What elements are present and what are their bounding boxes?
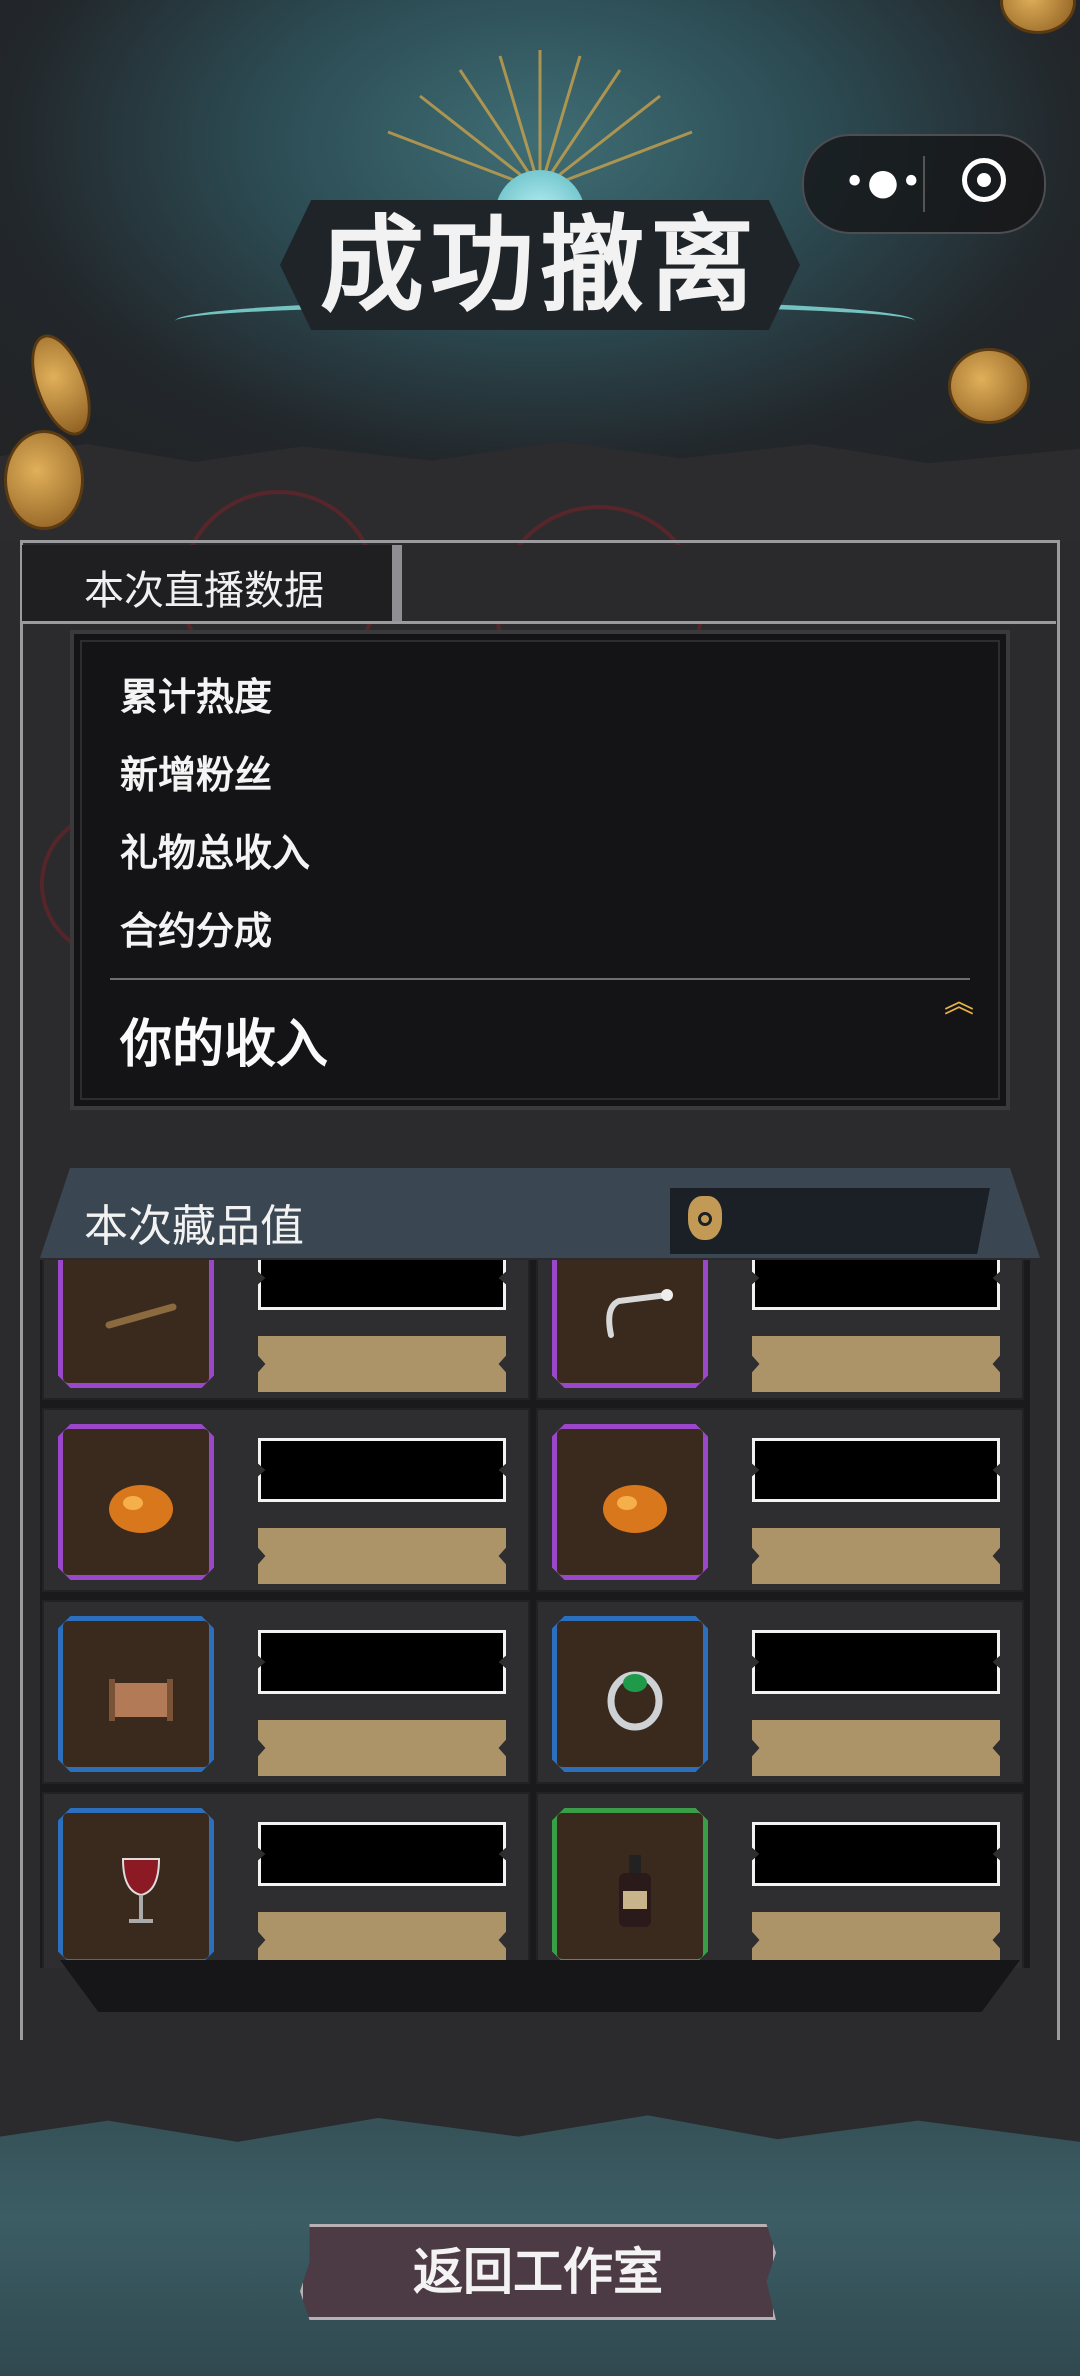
- collection-item[interactable]: [536, 1792, 1024, 1968]
- target-icon[interactable]: [962, 158, 1006, 202]
- item-rarity-frame: [552, 1424, 708, 1580]
- your-income-label: 你的收入: [120, 1014, 329, 1075]
- collection-grid: [40, 1260, 1030, 1968]
- collection-item[interactable]: [536, 1600, 1024, 1784]
- collection-item[interactable]: [42, 1792, 530, 1968]
- item-rarity-frame: [58, 1616, 214, 1772]
- stats-divider: [110, 978, 970, 980]
- item-name-bar: [752, 1630, 1000, 1694]
- flute-icon: [105, 1303, 177, 1329]
- item-name-bar: [258, 1260, 506, 1310]
- amber-icon: [109, 1485, 173, 1533]
- item-value-bar: [752, 1528, 1000, 1584]
- item-rarity-frame: [552, 1808, 708, 1964]
- stat-new-fans-label: 新增粉丝: [120, 752, 273, 797]
- collection-grid-base: [60, 1960, 1020, 2012]
- gold-coin-icon: [4, 430, 84, 530]
- item-value-bar: [258, 1528, 506, 1584]
- item-value-bar: [258, 1336, 506, 1392]
- stat-heat-label: 累计热度: [120, 674, 273, 719]
- collection-item[interactable]: [42, 1260, 530, 1400]
- item-name-bar: [752, 1438, 1000, 1502]
- collection-item[interactable]: [536, 1260, 1024, 1400]
- item-value-bar: [752, 1912, 1000, 1968]
- pipe-icon: [606, 1289, 673, 1338]
- stat-gift-income-label: 礼物总收入: [120, 830, 311, 875]
- amber-icon: [603, 1485, 667, 1533]
- collection-item[interactable]: [42, 1408, 530, 1592]
- jade-ring-icon: [607, 1671, 663, 1731]
- item-rarity-frame: [58, 1808, 214, 1964]
- collection-item[interactable]: [42, 1600, 530, 1784]
- gold-coin-icon: [948, 348, 1030, 424]
- double-chevron-up-icon[interactable]: ︽: [944, 988, 974, 1018]
- item-rarity-frame: [58, 1424, 214, 1580]
- collection-item[interactable]: [536, 1408, 1024, 1592]
- return-studio-button-label[interactable]: 返回工作室: [300, 2224, 776, 2320]
- wine-bottle-icon: [619, 1855, 651, 1927]
- item-rarity-frame: [552, 1616, 708, 1772]
- item-name-bar: [752, 1260, 1000, 1310]
- item-rarity-frame: [58, 1260, 214, 1388]
- more-dots-icon[interactable]: •●•: [844, 165, 924, 201]
- tab-live-stats-label: 本次直播数据: [84, 568, 324, 614]
- item-value-bar: [752, 1720, 1000, 1776]
- scroll-icon: [109, 1679, 173, 1721]
- item-name-bar: [258, 1630, 506, 1694]
- item-name-bar: [752, 1822, 1000, 1886]
- wine-glass-icon: [121, 1858, 161, 1923]
- item-rarity-frame: [552, 1260, 708, 1388]
- item-name-bar: [258, 1438, 506, 1502]
- stat-contract-share-label: 合约分成: [120, 908, 273, 953]
- item-value-bar: [752, 1336, 1000, 1392]
- item-name-bar: [258, 1822, 506, 1886]
- item-value-bar: [258, 1720, 506, 1776]
- capsule-divider: [923, 156, 925, 212]
- money-bag-icon: [688, 1196, 722, 1240]
- item-value-bar: [258, 1912, 506, 1968]
- page-title: 成功撤离: [319, 203, 760, 326]
- collection-title: 本次藏品值: [84, 1201, 304, 1252]
- mini-program-capsule: •●•: [802, 134, 1046, 234]
